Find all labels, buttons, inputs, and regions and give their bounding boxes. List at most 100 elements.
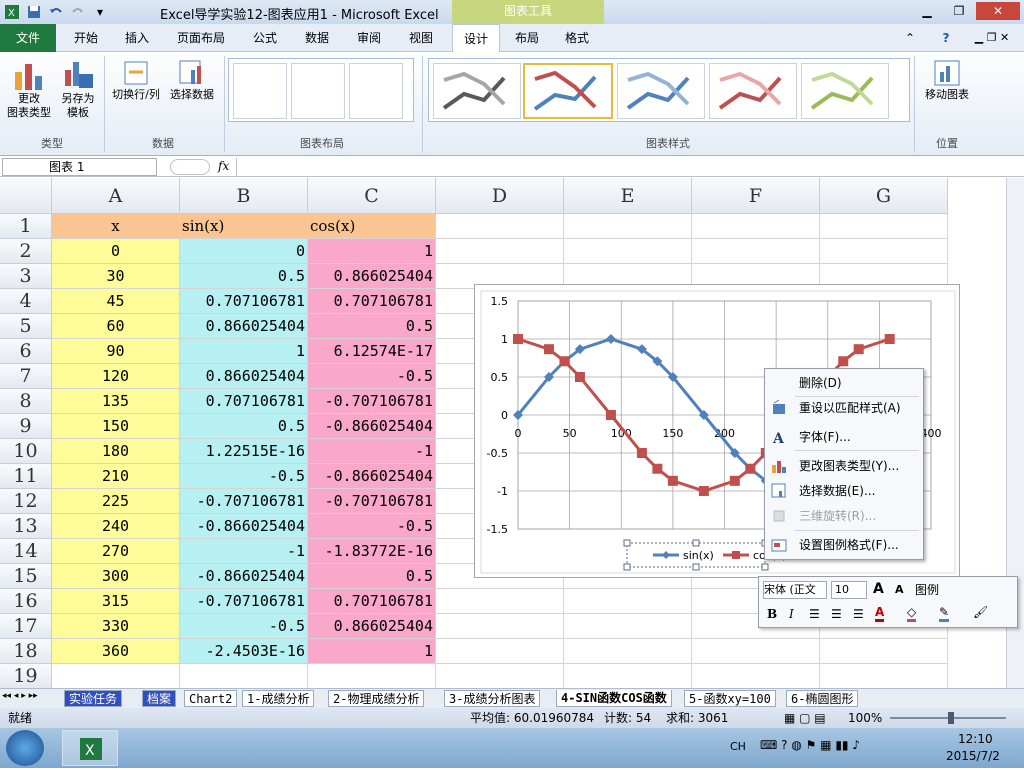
style-option-4[interactable]	[709, 63, 797, 119]
table-cell[interactable]: 90	[52, 339, 180, 364]
table-cell[interactable]: 0.866025404	[180, 364, 308, 389]
table-cell[interactable]: -0.5	[308, 364, 436, 389]
tab-view[interactable]: 视图	[400, 24, 442, 52]
row-header-10[interactable]: 10	[0, 439, 52, 464]
layout-option-1[interactable]	[233, 63, 287, 119]
cos-data-point[interactable]	[838, 356, 849, 367]
redo-icon[interactable]	[70, 4, 86, 20]
font-item[interactable]: A 字体(F)...	[765, 425, 923, 449]
bold-button[interactable]: B	[767, 607, 777, 621]
table-cell[interactable]: 210	[52, 464, 180, 489]
column-header-f[interactable]: F	[692, 178, 820, 214]
change-chart-type-item[interactable]: 更改图表类型(Y)...	[765, 454, 923, 478]
column-header-c[interactable]: C	[308, 178, 436, 214]
table-cell[interactable]: 315	[52, 589, 180, 614]
font-size-select[interactable]: 10	[831, 581, 867, 599]
cell[interactable]	[692, 239, 820, 264]
cos-data-point[interactable]	[559, 356, 570, 367]
table-cell[interactable]: 0.5	[308, 314, 436, 339]
row-header-18[interactable]: 18	[0, 639, 52, 664]
row-header-6[interactable]: 6	[0, 339, 52, 364]
name-box[interactable]: 图表 1	[2, 158, 157, 176]
customize-qat-icon[interactable]: ▾	[92, 4, 108, 20]
column-header-g[interactable]: G	[820, 178, 948, 214]
grow-font-button[interactable]: A	[873, 581, 884, 597]
table-cell[interactable]: -0.5	[180, 614, 308, 639]
table-cell[interactable]: 270	[52, 539, 180, 564]
table-cell[interactable]: 0	[52, 239, 180, 264]
cos-data-point[interactable]	[884, 334, 895, 344]
cell[interactable]	[564, 614, 692, 639]
cos-data-point[interactable]	[513, 334, 523, 344]
sheet-tab[interactable]: 1-成绩分析	[242, 690, 315, 707]
table-cell[interactable]: 150	[52, 414, 180, 439]
excel-logo-icon[interactable]: X	[4, 4, 20, 20]
view-buttons[interactable]: ▦ ▢ ▤	[784, 708, 826, 728]
excel-taskbar-button[interactable]: X	[62, 730, 118, 766]
selection-handle[interactable]	[692, 563, 700, 571]
cell[interactable]	[564, 639, 692, 664]
cos-data-point[interactable]	[652, 463, 663, 474]
table-header-cell[interactable]: cos(x)	[308, 214, 436, 239]
cell[interactable]	[436, 639, 564, 664]
table-cell[interactable]: -0.5	[180, 464, 308, 489]
table-cell[interactable]: 225	[52, 489, 180, 514]
table-cell[interactable]: -0.866025404	[180, 564, 308, 589]
layout-option-3[interactable]	[349, 63, 403, 119]
change-chart-type-button[interactable]: 更改 图表类型	[4, 58, 54, 120]
selection-handle[interactable]	[623, 539, 631, 547]
tab-data[interactable]: 数据	[296, 24, 338, 52]
outline-color-icon[interactable]: ✎	[939, 605, 950, 622]
cell[interactable]	[52, 664, 180, 689]
formula-input[interactable]	[236, 158, 1006, 176]
row-header-15[interactable]: 15	[0, 564, 52, 589]
column-header-a[interactable]: A	[52, 178, 180, 214]
table-cell[interactable]: 360	[52, 639, 180, 664]
table-cell[interactable]: 0.707106781	[308, 289, 436, 314]
row-header-16[interactable]: 16	[0, 589, 52, 614]
zoom-level[interactable]: 100%	[848, 708, 882, 728]
cell[interactable]	[564, 664, 692, 689]
italic-button[interactable]: I	[789, 607, 794, 621]
table-cell[interactable]: 30	[52, 264, 180, 289]
table-cell[interactable]: -1	[180, 539, 308, 564]
style-option-2-selected[interactable]	[523, 63, 613, 119]
cell[interactable]	[564, 239, 692, 264]
tab-insert[interactable]: 插入	[114, 24, 160, 52]
workbook-controls[interactable]: ▁ ❐ ✕	[962, 24, 1022, 52]
help-icon[interactable]: ?	[934, 24, 958, 52]
table-cell[interactable]: 180	[52, 439, 180, 464]
tab-review[interactable]: 审阅	[348, 24, 390, 52]
cell[interactable]	[692, 214, 820, 239]
table-cell[interactable]: -0.707106781	[180, 489, 308, 514]
row-header-8[interactable]: 8	[0, 389, 52, 414]
row-header-19[interactable]: 19	[0, 664, 52, 689]
table-cell[interactable]: -1	[308, 439, 436, 464]
chart-style-gallery[interactable]	[428, 58, 910, 122]
table-cell[interactable]: 0.707106781	[180, 389, 308, 414]
row-header-13[interactable]: 13	[0, 514, 52, 539]
cos-data-point[interactable]	[605, 410, 616, 420]
table-cell[interactable]: -1.83772E-16	[308, 539, 436, 564]
cell[interactable]	[692, 664, 820, 689]
row-header-1[interactable]: 1	[0, 214, 52, 239]
table-cell[interactable]: -0.866025404	[180, 514, 308, 539]
select-data-item[interactable]: 选择数据(E)...	[765, 479, 923, 503]
row-header-14[interactable]: 14	[0, 539, 52, 564]
table-cell[interactable]: 240	[52, 514, 180, 539]
row-header-17[interactable]: 17	[0, 614, 52, 639]
sheet-tab[interactable]: 2-物理成绩分析	[328, 690, 425, 707]
sheet-nav-arrows[interactable]: ◂◂ ◂ ▸ ▸▸	[2, 691, 38, 701]
cell[interactable]	[564, 589, 692, 614]
save-as-template-button[interactable]: 另存为 模板	[56, 58, 100, 120]
zoom-slider-thumb[interactable]	[948, 712, 954, 724]
font-color-icon[interactable]: A	[875, 605, 885, 622]
table-cell[interactable]: 0.866025404	[180, 314, 308, 339]
minimize-icon[interactable]: ▁	[912, 2, 942, 20]
cell[interactable]	[820, 239, 948, 264]
cos-data-point[interactable]	[667, 475, 678, 486]
style-option-1[interactable]	[433, 63, 521, 119]
start-button[interactable]	[6, 730, 44, 766]
clock-date[interactable]: 2015/7/2	[946, 749, 1000, 763]
tab-format[interactable]: 格式	[556, 24, 598, 52]
